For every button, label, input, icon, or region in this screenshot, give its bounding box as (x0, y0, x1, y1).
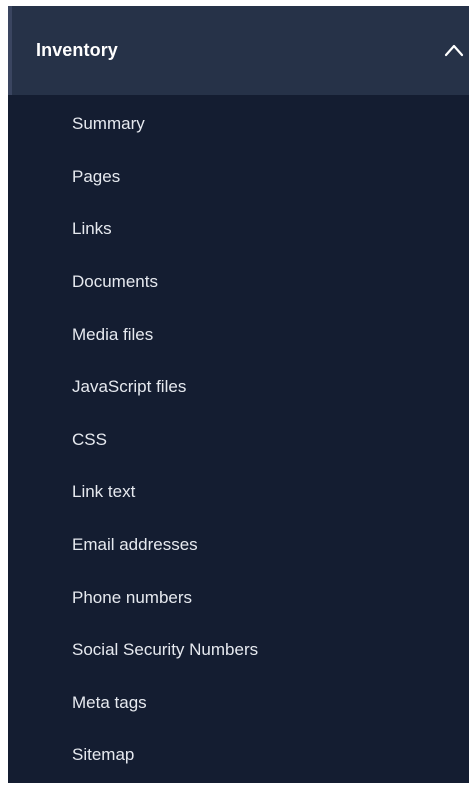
menu-item-label: Social Security Numbers (72, 640, 259, 660)
menu-item-label: Pages (72, 166, 121, 186)
menu-item-label: Meta tags (72, 692, 147, 712)
inventory-nav-panel: Inventory Summary Pages Links Documents … (8, 6, 469, 783)
section-title: Inventory (36, 40, 118, 60)
menu-item-summary[interactable]: Summary (8, 98, 469, 151)
inventory-section-header[interactable]: Inventory (8, 6, 469, 95)
menu-item-css[interactable]: CSS (8, 414, 469, 467)
menu-item-label: Media files (72, 324, 154, 344)
menu-item-label: Documents (72, 272, 158, 292)
header-accent-bar (8, 6, 12, 95)
menu-item-javascript-files[interactable]: JavaScript files (8, 361, 469, 414)
menu-item-link-text[interactable]: Link text (8, 466, 469, 519)
menu-item-social-security-numbers[interactable]: Social Security Numbers (8, 624, 469, 677)
menu-item-meta-tags[interactable]: Meta tags (8, 677, 469, 730)
menu-item-label: CSS (72, 429, 107, 449)
menu-item-documents[interactable]: Documents (8, 256, 469, 309)
menu-item-phone-numbers[interactable]: Phone numbers (8, 571, 469, 624)
menu-item-label: JavaScript files (72, 377, 187, 397)
menu-item-label: Summary (72, 114, 145, 134)
menu-item-label: Link text (72, 482, 136, 502)
inventory-menu-list: Summary Pages Links Documents Media file… (8, 95, 469, 782)
menu-item-pages[interactable]: Pages (8, 151, 469, 204)
menu-item-label: Phone numbers (72, 587, 193, 607)
menu-item-label: Email addresses (72, 535, 198, 555)
menu-item-links[interactable]: Links (8, 203, 469, 256)
chevron-up-icon[interactable] (443, 42, 465, 58)
menu-item-label: Sitemap (72, 745, 135, 765)
menu-item-media-files[interactable]: Media files (8, 308, 469, 361)
menu-item-email-addresses[interactable]: Email addresses (8, 519, 469, 572)
menu-item-label: Links (72, 219, 112, 239)
menu-item-sitemap[interactable]: Sitemap (8, 729, 469, 782)
